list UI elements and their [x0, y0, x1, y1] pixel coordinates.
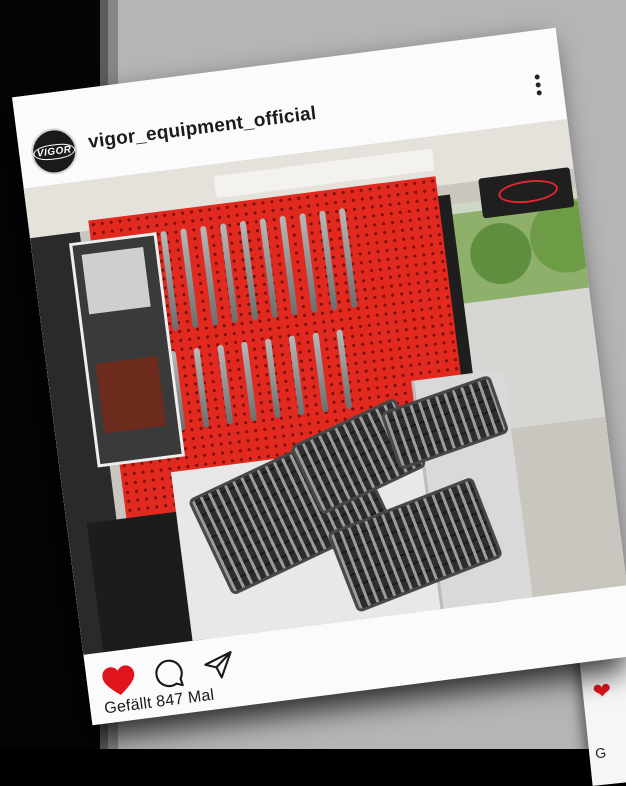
like-button[interactable]	[99, 662, 139, 698]
heart-filled-icon	[102, 665, 135, 695]
instagram-post-card: VIGOR vigor_equipment_official Gefällt 8…	[12, 27, 626, 726]
background-heart-icon: ❤	[591, 677, 613, 705]
avatar[interactable]: VIGOR	[28, 125, 80, 178]
background-likes-text: G	[594, 744, 607, 762]
share-button[interactable]	[200, 648, 238, 684]
post-username[interactable]: vigor_equipment_official	[87, 103, 318, 154]
comment-button[interactable]	[151, 656, 187, 692]
vigor-logo-icon: VIGOR	[32, 141, 77, 162]
comment-bubble-icon	[155, 659, 184, 688]
more-options-icon[interactable]	[531, 74, 544, 101]
paper-plane-icon	[204, 651, 232, 679]
post-photo[interactable]	[23, 119, 626, 655]
